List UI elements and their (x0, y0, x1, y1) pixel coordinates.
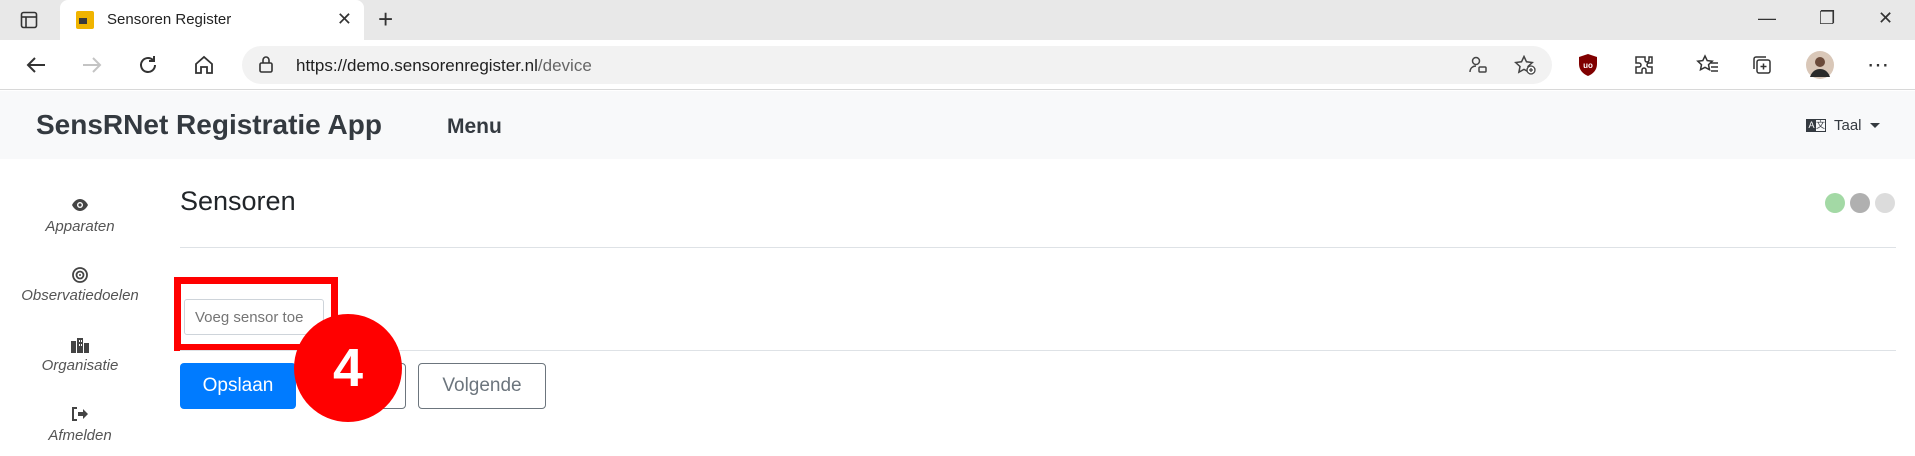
sidebar-item-apparaten[interactable]: Apparaten (0, 198, 160, 236)
language-icon: A文 (1806, 119, 1826, 132)
home-icon[interactable] (190, 51, 218, 79)
language-label: Taal (1834, 117, 1862, 134)
profile-key-icon[interactable] (1468, 55, 1488, 80)
tab-actions-icon[interactable] (18, 9, 40, 31)
extensions-icon[interactable] (1630, 51, 1658, 79)
collections-icon[interactable] (1748, 51, 1776, 79)
sidebar-item-label: Apparaten (45, 218, 115, 235)
sidebar-item-organisatie[interactable]: Organisatie (0, 337, 160, 375)
menu-link[interactable]: Menu (447, 115, 502, 139)
url-host: https://demo.sensorenregister.nl (296, 56, 538, 75)
ublock-icon[interactable]: uo (1574, 51, 1602, 79)
app-brand[interactable]: SensRNet Registratie App (36, 109, 382, 141)
progress-dot-2 (1850, 193, 1870, 213)
chevron-down-icon (1869, 123, 1880, 128)
save-button[interactable]: Opslaan (180, 363, 296, 409)
favorite-add-icon[interactable] (1514, 54, 1536, 80)
sign-out-icon (0, 407, 160, 425)
building-icon (0, 337, 160, 355)
language-dropdown[interactable]: A文 Taal (1806, 117, 1880, 134)
tab-close-icon[interactable]: ✕ (337, 9, 352, 29)
sidebar-item-label: Afmelden (48, 427, 112, 444)
address-bar[interactable]: https://demo.sensorenregister.nl/device (242, 46, 1552, 84)
next-button[interactable]: Volgende (418, 363, 546, 409)
lock-icon[interactable] (258, 55, 274, 78)
url-text[interactable]: https://demo.sensorenregister.nl/device (296, 56, 592, 76)
new-tab-icon[interactable]: + (378, 6, 393, 32)
reload-icon[interactable] (134, 51, 162, 79)
sidebar-item-label: Observatiedoelen (21, 287, 139, 304)
progress-dot-1 (1825, 193, 1845, 213)
forward-icon[interactable] (78, 51, 106, 79)
browser-tabstrip: Sensoren Register ✕ + — ❐ ✕ (0, 0, 1915, 40)
restore-icon[interactable]: ❐ (1819, 8, 1835, 29)
divider (180, 247, 1896, 248)
favorites-icon[interactable] (1694, 51, 1722, 79)
more-options-icon[interactable]: ⋯ (1864, 51, 1892, 79)
annotation-step-badge: 4 (294, 314, 402, 422)
url-path: /device (537, 56, 592, 75)
step-progress (1825, 193, 1895, 213)
browser-toolbar: https://demo.sensorenregister.nl/device … (0, 40, 1915, 90)
divider (180, 350, 1896, 351)
avatar[interactable] (1806, 51, 1834, 79)
site-favicon-icon (76, 11, 94, 29)
close-window-icon[interactable]: ✕ (1878, 8, 1893, 29)
eye-icon (0, 198, 160, 216)
app-navbar: SensRNet Registratie App Menu A文 Taal (0, 91, 1915, 159)
sidebar-item-afmelden[interactable]: Afmelden (0, 407, 160, 445)
page-title: Sensoren (180, 186, 296, 216)
sidebar-item-label: Organisatie (41, 357, 119, 374)
target-icon (0, 267, 160, 285)
sidebar-item-observatiedoelen[interactable]: Observatiedoelen (0, 267, 160, 305)
svg-text:uo: uo (1583, 61, 1593, 70)
back-icon[interactable] (22, 51, 50, 79)
browser-tab-active[interactable]: Sensoren Register ✕ (60, 0, 364, 40)
progress-dot-3 (1875, 193, 1895, 213)
minimize-icon[interactable]: — (1758, 8, 1776, 29)
tab-title: Sensoren Register (107, 11, 232, 28)
